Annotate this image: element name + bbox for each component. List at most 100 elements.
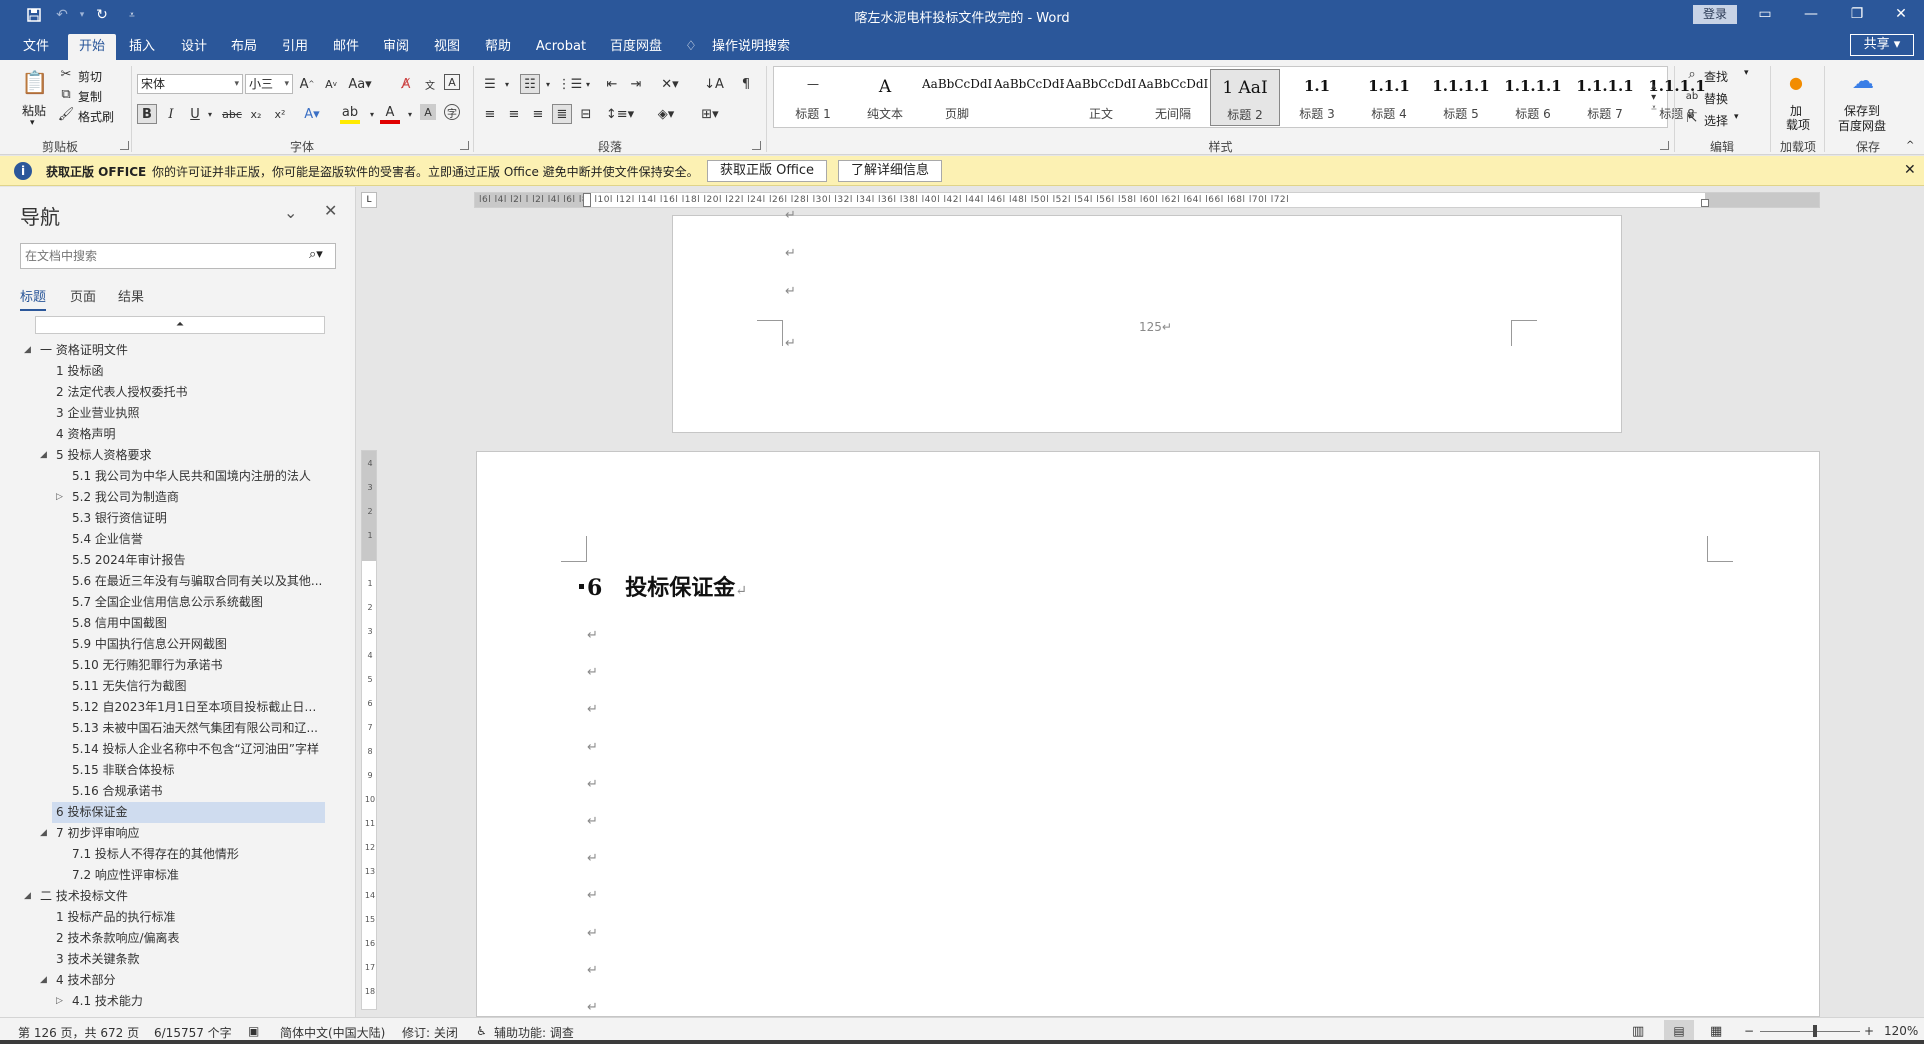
- chinese-layout-icon[interactable]: ✕▾: [660, 74, 680, 94]
- italic-icon[interactable]: I: [161, 104, 181, 124]
- tab-mailings[interactable]: 邮件: [324, 34, 368, 60]
- nav-heading-item[interactable]: 5 投标人资格要求: [56, 445, 325, 466]
- nav-heading-item[interactable]: 5.1 我公司为中华人民共和国境内注册的法人: [72, 466, 325, 487]
- character-border-icon[interactable]: A: [444, 74, 460, 90]
- replace-button[interactable]: 替换: [1704, 90, 1728, 107]
- nav-search-input[interactable]: [25, 247, 295, 265]
- nav-heading-item[interactable]: 5.9 中国执行信息公开网截图: [72, 634, 325, 655]
- highlight-dropdown-icon[interactable]: ▾: [362, 104, 382, 124]
- font-launcher-icon[interactable]: [460, 141, 469, 150]
- nav-heading-item[interactable]: 2 法定代表人授权委托书: [56, 382, 325, 403]
- close-infobar-icon[interactable]: ✕: [1904, 162, 1916, 178]
- find-dropdown-icon[interactable]: ▾: [1744, 68, 1749, 78]
- status-accessibility[interactable]: 辅助功能: 调查: [494, 1024, 574, 1041]
- nav-heading-item[interactable]: 5.15 非联合体投标: [72, 760, 325, 781]
- horizontal-ruler[interactable]: l6l l4l l2l l l2l l4l l6l l8l l10l l12l …: [474, 192, 1820, 208]
- minimize-icon[interactable]: —: [1788, 0, 1834, 30]
- styles-gallery-scroll[interactable]: ▴ ▾ ⩡: [1644, 70, 1664, 124]
- collapse-icon[interactable]: ◢: [24, 340, 31, 361]
- format-painter-icon[interactable]: 🖌: [58, 106, 75, 122]
- highlight-icon[interactable]: ab: [340, 104, 360, 124]
- maximize-icon[interactable]: ❐: [1834, 0, 1880, 30]
- learn-more-button[interactable]: 了解详细信息: [838, 160, 942, 182]
- zoom-slider-thumb[interactable]: [1813, 1025, 1817, 1037]
- nav-heading-item[interactable]: 1 投标产品的执行标准: [56, 907, 325, 928]
- login-button[interactable]: 登录: [1693, 5, 1737, 24]
- grow-font-icon[interactable]: A ^: [297, 74, 317, 94]
- customize-quick-access-icon[interactable]: ⩡: [120, 4, 144, 26]
- accessibility-icon[interactable]: ♿: [476, 1024, 487, 1038]
- style-item[interactable]: 1.1.1.1 标题 6: [1498, 69, 1568, 126]
- nav-heading-item[interactable]: 1 投标函: [56, 361, 325, 382]
- nav-tab-results[interactable]: 结果: [118, 286, 144, 305]
- read-mode-icon[interactable]: ▥: [1632, 1024, 1644, 1039]
- nav-options-icon[interactable]: ⌄: [284, 203, 297, 222]
- nav-heading-item[interactable]: 5.13 未被中国石油天然气集团有限公司和辽...: [72, 718, 325, 739]
- copy-button[interactable]: 复制: [78, 88, 102, 105]
- tab-layout[interactable]: 布局: [222, 34, 266, 60]
- vertical-ruler[interactable]: 4 3 2 1 1 2 3 4 5 6 7 8 9 10 11 12 13 14 15 16 17 18: [361, 450, 377, 1010]
- nav-search-box[interactable]: ⌕▾: [20, 243, 336, 269]
- search-icon[interactable]: ⌕▾: [309, 247, 323, 262]
- tab-acrobat[interactable]: Acrobat: [530, 34, 592, 60]
- tab-references[interactable]: 引用: [273, 34, 317, 60]
- collapse-icon[interactable]: ◢: [40, 445, 47, 466]
- borders-icon[interactable]: ⊞▾: [700, 104, 720, 124]
- style-item[interactable]: 1 AaI 标题 2: [1210, 69, 1280, 126]
- status-track-changes[interactable]: 修订: 关闭: [402, 1024, 458, 1041]
- proofing-icon[interactable]: ▣: [248, 1024, 259, 1038]
- underline-dropdown-icon[interactable]: ▾: [200, 104, 220, 124]
- status-page[interactable]: 第 126 页，共 672 页: [18, 1024, 139, 1041]
- select-icon[interactable]: ⇱: [1684, 110, 1700, 126]
- justify-icon[interactable]: ≣: [552, 104, 572, 124]
- decrease-indent-icon[interactable]: ⇤: [602, 74, 622, 94]
- font-name-combo[interactable]: 宋体 ▾: [137, 74, 243, 94]
- collapse-icon[interactable]: ◢: [40, 823, 47, 844]
- nav-scroll-up-icon[interactable]: ⏶: [35, 316, 325, 334]
- collapse-icon[interactable]: ◢: [40, 970, 47, 991]
- nav-heading-item[interactable]: 2 技术条款响应/偏离表: [56, 928, 325, 949]
- get-genuine-office-button[interactable]: 获取正版 Office: [707, 160, 827, 182]
- nav-heading-item[interactable]: 7.2 响应性评审标准: [72, 865, 325, 886]
- tab-file[interactable]: 文件: [14, 34, 58, 60]
- select-dropdown-icon[interactable]: ▾: [1734, 112, 1739, 122]
- nav-heading-item[interactable]: 5.11 无失信行为截图: [72, 676, 325, 697]
- style-item[interactable]: AaBbCcDdI 正文: [1066, 69, 1136, 126]
- paste-button[interactable]: 粘贴: [22, 102, 46, 119]
- indent-marker[interactable]: [583, 193, 591, 207]
- cut-icon[interactable]: ✂: [58, 66, 74, 82]
- nav-heading-item[interactable]: 5.2 我公司为制造商: [72, 487, 325, 508]
- nav-heading-item[interactable]: 5.12 自2023年1月1日至本项目投标截止日期...: [72, 697, 325, 718]
- superscript-icon[interactable]: x²: [270, 104, 290, 124]
- multilevel-dropdown-icon[interactable]: ▾: [578, 74, 598, 94]
- status-word-count[interactable]: 6/15757 个字: [154, 1024, 232, 1041]
- nav-heading-item[interactable]: 5.5 2024年审计报告: [72, 550, 325, 571]
- nav-heading-item[interactable]: 3 企业营业执照: [56, 403, 325, 424]
- nav-heading-item[interactable]: 5.16 合规承诺书: [72, 781, 325, 802]
- nav-heading-item[interactable]: 4 资格声明: [56, 424, 325, 445]
- tab-view[interactable]: 视图: [425, 34, 469, 60]
- nav-heading-item[interactable]: 5.3 银行资信证明: [72, 508, 325, 529]
- strikethrough-icon[interactable]: abc: [222, 104, 242, 124]
- text-effects-icon[interactable]: A▾: [302, 104, 322, 124]
- find-icon[interactable]: ⌕: [1684, 66, 1700, 82]
- style-item[interactable]: 1.1.1.1 标题 7: [1570, 69, 1640, 126]
- show-marks-icon[interactable]: ¶: [736, 74, 756, 94]
- styles-launcher-icon[interactable]: [1660, 141, 1669, 150]
- print-layout-icon[interactable]: ▤: [1664, 1020, 1694, 1042]
- nav-heading-item[interactable]: 5.10 无行贿犯罪行为承诺书: [72, 655, 325, 676]
- align-left-icon[interactable]: ≡: [480, 104, 500, 124]
- tell-me-search[interactable]: 操作说明搜索: [712, 34, 812, 60]
- right-indent-marker[interactable]: [1701, 199, 1709, 207]
- nav-heading-item[interactable]: 5.8 信用中国截图: [72, 613, 325, 634]
- find-button[interactable]: 查找: [1704, 68, 1728, 85]
- paste-icon[interactable]: 📋: [20, 68, 50, 98]
- style-item[interactable]: A 纯文本: [850, 69, 920, 126]
- align-center-icon[interactable]: ≡: [504, 104, 524, 124]
- format-painter-button[interactable]: 格式刷: [78, 108, 114, 125]
- shading-icon[interactable]: ◈▾: [656, 104, 676, 124]
- tab-help[interactable]: 帮助: [476, 34, 520, 60]
- nav-tab-pages[interactable]: 页面: [70, 286, 96, 305]
- tab-design[interactable]: 设计: [172, 34, 216, 60]
- expand-icon[interactable]: ▷: [56, 991, 63, 1012]
